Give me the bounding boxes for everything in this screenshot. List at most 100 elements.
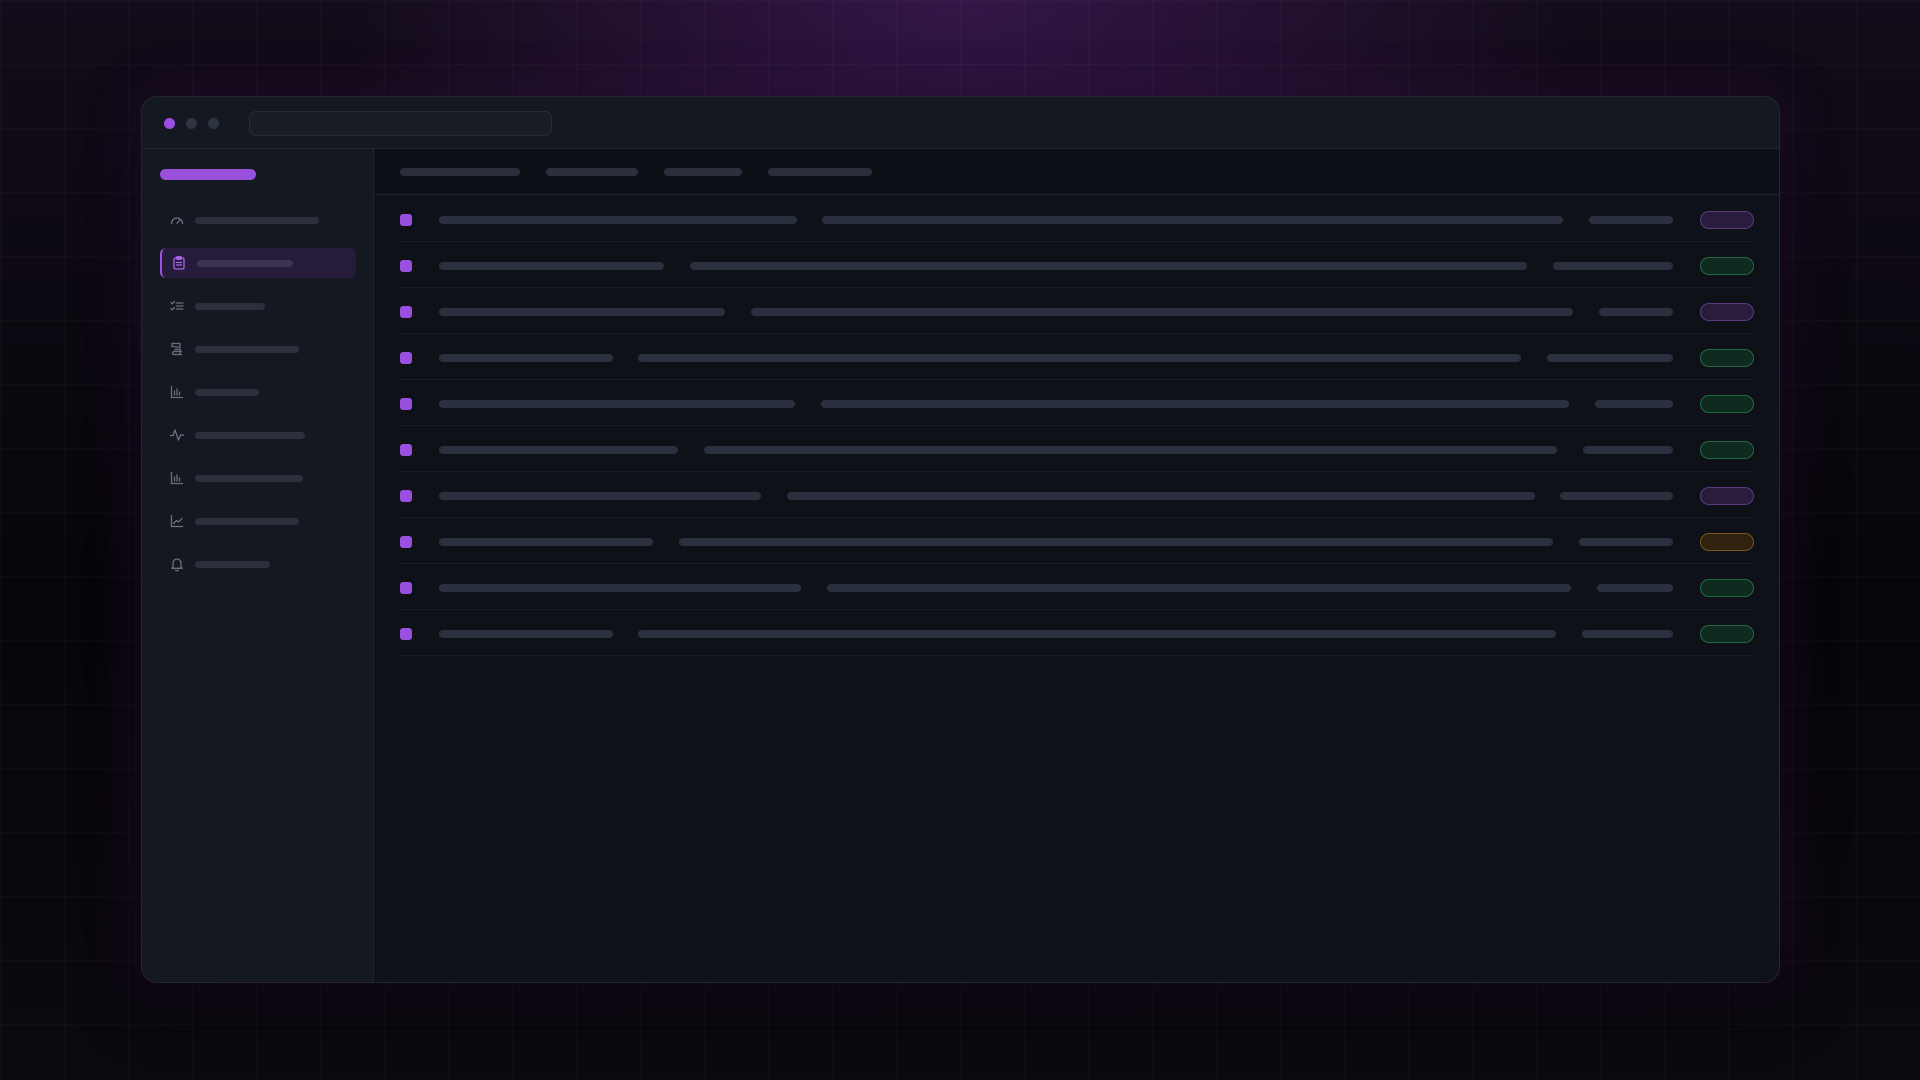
row-title (439, 538, 653, 546)
status-badge: green (1700, 441, 1754, 459)
table-row[interactable]: green (400, 610, 1754, 656)
row-meta (1599, 308, 1673, 316)
row-meta (1582, 630, 1673, 638)
table-row[interactable]: green (400, 564, 1754, 610)
status-badge: purple (1700, 487, 1754, 505)
title-bar (142, 97, 1779, 149)
row-meta (1595, 400, 1673, 408)
table-row[interactable]: green (400, 334, 1754, 380)
row-description (751, 308, 1573, 316)
table-row[interactable]: purple (400, 196, 1754, 242)
row-checkbox[interactable] (400, 582, 412, 594)
row-checkbox[interactable] (400, 352, 412, 364)
status-badge: green (1700, 257, 1754, 275)
sidebar-item-reports[interactable] (160, 377, 356, 407)
status-badge: green (1700, 395, 1754, 413)
row-checkbox[interactable] (400, 490, 412, 502)
row-title (439, 354, 613, 362)
status-badge: green (1700, 625, 1754, 643)
row-description (638, 630, 1556, 638)
row-checkbox[interactable] (400, 628, 412, 640)
row-title (439, 630, 613, 638)
status-badge: green (1700, 349, 1754, 367)
sidebar-item-trends[interactable] (160, 506, 356, 536)
table-row[interactable]: purple (400, 288, 1754, 334)
bar-chart-icon (169, 470, 185, 486)
sidebar-item-activity[interactable] (160, 420, 356, 450)
sidebar-item-label (195, 303, 265, 310)
row-meta (1560, 492, 1673, 500)
app-window: purple green purple green (141, 96, 1780, 983)
row-title (439, 446, 678, 454)
row-checkbox[interactable] (400, 444, 412, 456)
row-title (439, 262, 664, 270)
tab-1[interactable] (400, 168, 520, 176)
sidebar-item-label (195, 561, 270, 568)
row-description (787, 492, 1535, 500)
sidebar-item-tasks[interactable] (160, 248, 356, 278)
sidebar-item-label (195, 217, 319, 224)
address-bar[interactable] (249, 111, 552, 136)
row-title (439, 584, 801, 592)
row-meta (1547, 354, 1673, 362)
sidebar-item-label (195, 389, 259, 396)
maximize-window-button[interactable] (208, 118, 219, 129)
table-row[interactable]: green (400, 380, 1754, 426)
brand-logo (160, 169, 256, 180)
main-content: purple green purple green (374, 149, 1779, 982)
row-meta (1553, 262, 1673, 270)
sidebar-item-label (197, 260, 293, 267)
row-title (439, 400, 795, 408)
row-description (827, 584, 1571, 592)
tab-3[interactable] (664, 168, 742, 176)
sidebar-item-label (195, 346, 299, 353)
sidebar-item-label (195, 475, 303, 482)
row-description (704, 446, 1557, 454)
activity-icon (169, 427, 185, 443)
row-meta (1589, 216, 1673, 224)
table-row[interactable]: amber (400, 518, 1754, 564)
sidebar-item-label (195, 432, 305, 439)
row-description (679, 538, 1553, 546)
row-checkbox[interactable] (400, 398, 412, 410)
table-row[interactable]: green (400, 242, 1754, 288)
checklist-icon (169, 298, 185, 314)
status-badge: purple (1700, 303, 1754, 321)
line-chart-icon (169, 513, 185, 529)
clipboard-icon (171, 255, 187, 271)
row-checkbox[interactable] (400, 214, 412, 226)
tab-4[interactable] (768, 168, 872, 176)
bar-chart-icon (169, 384, 185, 400)
close-window-button[interactable] (164, 118, 175, 129)
row-title (439, 492, 761, 500)
row-description (821, 400, 1569, 408)
table-row[interactable]: purple (400, 472, 1754, 518)
row-description (690, 262, 1527, 270)
sidebar (142, 149, 374, 982)
tab-2[interactable] (546, 168, 638, 176)
row-checkbox[interactable] (400, 306, 412, 318)
row-meta (1579, 538, 1673, 546)
status-badge: amber (1700, 533, 1754, 551)
table-row[interactable]: green (400, 426, 1754, 472)
sidebar-item-logs[interactable] (160, 334, 356, 364)
minimize-window-button[interactable] (186, 118, 197, 129)
sidebar-item-analytics[interactable] (160, 463, 356, 493)
sidebar-item-label (195, 518, 299, 525)
sidebar-item-checklist[interactable] (160, 291, 356, 321)
scroll-icon (169, 341, 185, 357)
row-checkbox[interactable] (400, 260, 412, 272)
row-meta (1583, 446, 1673, 454)
row-meta (1597, 584, 1673, 592)
row-checkbox[interactable] (400, 536, 412, 548)
row-title (439, 308, 725, 316)
sidebar-item-notifications[interactable] (160, 549, 356, 579)
status-badge: purple (1700, 211, 1754, 229)
row-title (439, 216, 797, 224)
tab-bar (374, 149, 1779, 195)
sidebar-item-dashboard[interactable] (160, 205, 356, 235)
status-badge: green (1700, 579, 1754, 597)
row-description (638, 354, 1521, 362)
bell-icon (169, 556, 185, 572)
gauge-icon (169, 212, 185, 228)
